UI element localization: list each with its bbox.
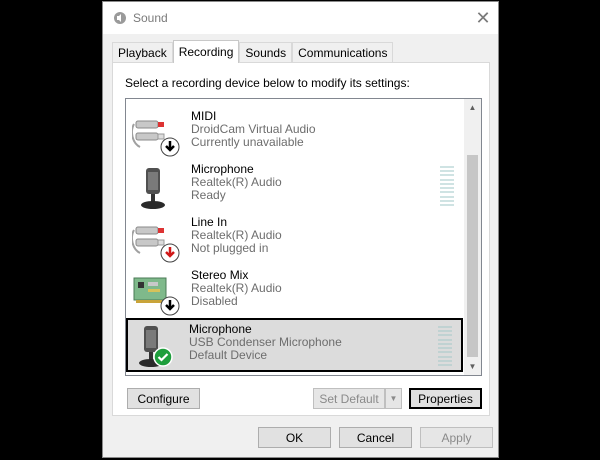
microphone-icon: [139, 326, 173, 367]
title-bar: Sound ✕: [103, 2, 498, 34]
tab-recording[interactable]: Recording: [172, 40, 240, 63]
instruction-text: Select a recording device below to modif…: [125, 76, 410, 90]
device-name: Microphone: [191, 162, 254, 176]
chevron-down-icon: ▼: [389, 394, 398, 403]
device-driver: Realtek(R) Audio: [191, 281, 282, 295]
device-name: Stereo Mix: [191, 268, 249, 282]
line-in-jack-icon: [132, 226, 180, 263]
device-status: Not plugged in: [191, 241, 269, 255]
device-status: Currently unavailable: [191, 135, 304, 149]
set-default-button[interactable]: Set Default: [313, 388, 385, 409]
device-name: MIDI: [191, 109, 217, 123]
device-driver: DroidCam Virtual Audio: [191, 122, 316, 136]
device-driver: Realtek(R) Audio: [191, 175, 282, 189]
device-item-midi[interactable]: MIDI DroidCam Virtual Audio Currently un…: [128, 105, 462, 158]
microphone-icon: [141, 168, 165, 209]
close-icon: ✕: [475, 7, 491, 28]
scroll-up-icon[interactable]: ▲: [464, 99, 481, 116]
device-item-microphone-realtek[interactable]: Microphone Realtek(R) Audio Ready: [128, 158, 462, 211]
device-driver: Realtek(R) Audio: [191, 228, 282, 242]
device-item-line-in[interactable]: Line In Realtek(R) Audio Not plugged in: [128, 211, 462, 264]
device-name: Line In: [191, 215, 228, 229]
line-in-jack-icon: [132, 120, 180, 157]
set-default-dropdown[interactable]: ▼: [385, 388, 402, 409]
device-item-stereo-mix[interactable]: Stereo Mix Realtek(R) Audio Disabled: [128, 264, 462, 317]
apply-button[interactable]: Apply: [420, 427, 493, 448]
device-status: Disabled: [191, 294, 238, 308]
device-item-microphone-usb[interactable]: Microphone USB Condenser Microphone Defa…: [126, 318, 463, 372]
device-status: Default Device: [189, 348, 268, 362]
level-meter: [440, 166, 454, 206]
ok-button[interactable]: OK: [258, 427, 331, 448]
tab-sounds[interactable]: Sounds: [239, 42, 293, 63]
level-meter: [438, 326, 452, 366]
scroll-down-icon[interactable]: ▼: [464, 358, 481, 375]
vertical-scrollbar[interactable]: ▲ ▼: [464, 99, 481, 375]
recording-panel: Select a recording device below to modif…: [112, 62, 490, 416]
properties-button[interactable]: Properties: [409, 388, 482, 409]
device-driver: USB Condenser Microphone: [189, 335, 342, 349]
close-button[interactable]: ✕: [468, 2, 498, 34]
configure-button[interactable]: Configure: [127, 388, 200, 409]
sound-dialog: Sound ✕ Playback Recording Sounds Commun…: [102, 1, 499, 458]
tab-playback[interactable]: Playback: [112, 42, 173, 63]
tab-strip: Playback Recording Sounds Communications: [112, 40, 394, 63]
device-name: Microphone: [189, 322, 252, 336]
tab-communications[interactable]: Communications: [292, 42, 394, 63]
speaker-icon: [114, 12, 126, 24]
sound-card-icon: [133, 277, 180, 316]
window-title: Sound: [133, 11, 168, 25]
scrollbar-thumb[interactable]: [467, 155, 478, 357]
cancel-button[interactable]: Cancel: [339, 427, 412, 448]
device-list[interactable]: MIDI DroidCam Virtual Audio Currently un…: [125, 98, 482, 376]
device-status: Ready: [191, 188, 226, 202]
